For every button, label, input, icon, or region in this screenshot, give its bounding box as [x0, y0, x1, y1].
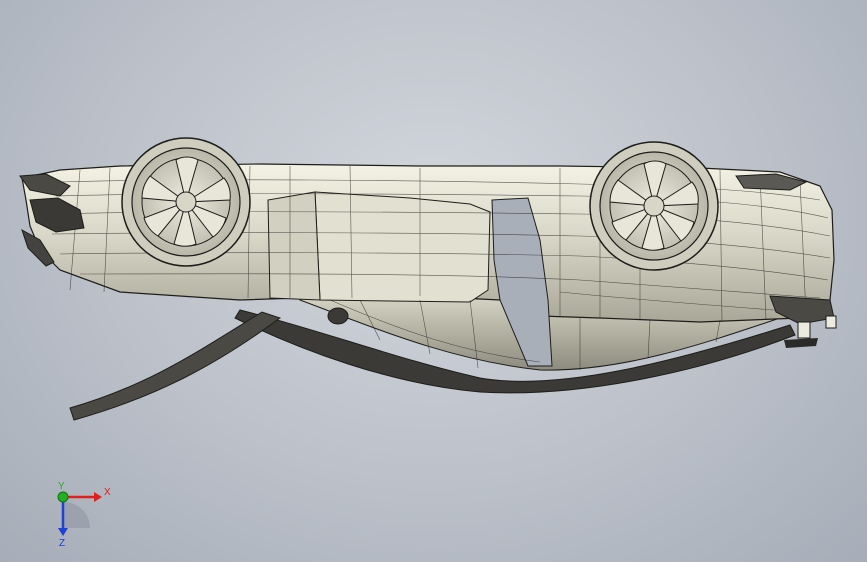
coordinate-triad: X Y Z — [57, 481, 111, 549]
z-axis-arrow — [58, 528, 68, 536]
side-skirt-strip — [69, 311, 282, 421]
mirror-mount — [327, 307, 349, 325]
front-wheel — [121, 137, 251, 267]
exhaust-tip-2 — [825, 315, 837, 329]
door-panel-rear — [267, 191, 321, 301]
rear-tow-hook — [784, 338, 818, 348]
y-axis-point — [57, 491, 69, 503]
door-panel-front — [314, 191, 491, 303]
graphics-viewport[interactable]: X Y Z — [0, 0, 867, 562]
triad-shadow — [64, 502, 90, 528]
rear-light — [735, 173, 808, 191]
rear-wheel — [589, 141, 719, 271]
x-axis-arrow — [94, 492, 102, 502]
rear-diffuser — [769, 295, 835, 325]
y-axis-label: Y — [58, 481, 65, 492]
exhaust-tip-1 — [797, 321, 811, 339]
car-model[interactable] — [0, 0, 867, 562]
x-axis-label: X — [104, 487, 111, 498]
z-axis-label: Z — [59, 538, 65, 549]
